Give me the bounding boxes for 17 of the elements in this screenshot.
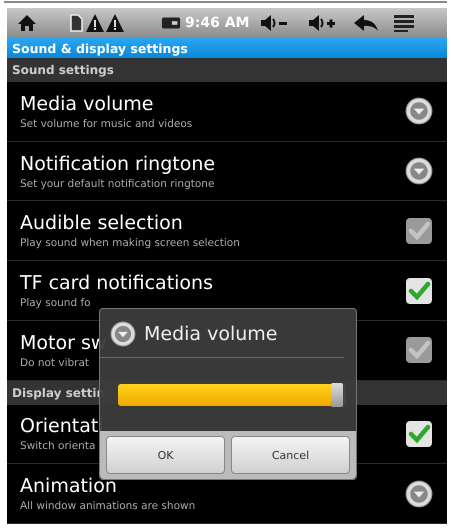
setting-title[interactable]: Media volume xyxy=(20,92,405,115)
setting-summary: Play sound fo xyxy=(20,297,92,310)
setting-title[interactable]: Audible selection xyxy=(20,212,405,234)
dialog-button[interactable]: Cancel xyxy=(231,436,350,474)
setting-title[interactable]: TF card notifications xyxy=(20,272,405,294)
title-bar: Sound & display settings xyxy=(7,38,447,58)
dialog-title: Media volume xyxy=(144,323,278,345)
setting-summary: Set your default notification ringtone xyxy=(20,178,216,190)
setting-title[interactable]: Notification ringtone xyxy=(20,152,405,175)
setting-summary: Switch orienta xyxy=(20,440,96,452)
setting-summary: Do not vibrat xyxy=(20,356,90,369)
section-header: Sound settings xyxy=(7,58,447,82)
setting-summary: Play sound when making screen selection xyxy=(20,237,241,250)
setting-summary: Set volume for music and videos xyxy=(20,118,194,130)
dialog-button[interactable]: OK xyxy=(106,436,225,474)
setting-summary: All window animations are shown xyxy=(20,500,196,512)
status-time: 9:46 AM xyxy=(185,15,250,31)
